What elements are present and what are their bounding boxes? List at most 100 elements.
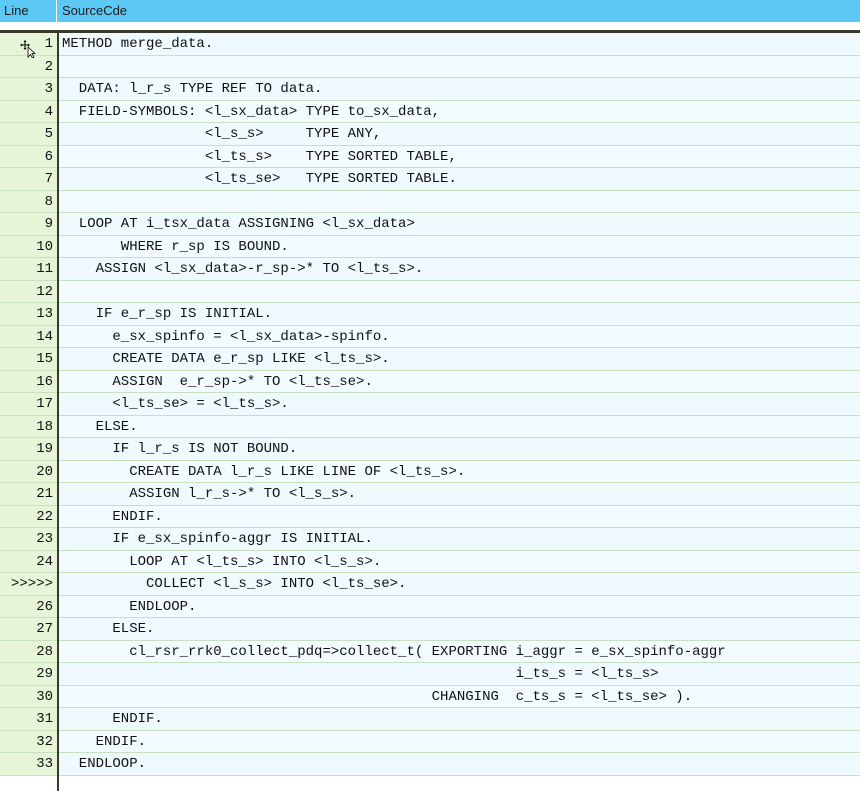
source-column-header[interactable]: SourceCde — [62, 0, 127, 22]
source-code-text[interactable]: ASSIGN <l_sx_data>-r_sp->* TO <l_ts_s>. — [62, 258, 424, 280]
source-code-text[interactable]: <l_ts_se> TYPE SORTED TABLE. — [62, 168, 457, 190]
line-number[interactable]: 3 — [0, 78, 57, 100]
source-code-text[interactable]: CREATE DATA l_r_s LIKE LINE OF <l_ts_s>. — [62, 461, 465, 483]
line-number[interactable]: 9 — [0, 213, 57, 235]
source-code-text[interactable]: IF e_r_sp IS INITIAL. — [62, 303, 272, 325]
line-number[interactable]: 19 — [0, 438, 57, 460]
line-number[interactable]: 12 — [0, 280, 57, 302]
code-line[interactable]: 26 ENDLOOP. — [0, 595, 860, 618]
source-code-text[interactable]: COLLECT <l_s_s> INTO <l_ts_se>. — [62, 573, 406, 595]
code-line[interactable]: 33 ENDLOOP. — [0, 753, 860, 776]
source-code-text[interactable]: IF e_sx_spinfo-aggr IS INITIAL. — [62, 528, 372, 550]
source-code-table: 1 METHOD merge_data. 2 3 DATA: l_r_s TYPE R… — [0, 33, 860, 776]
line-number[interactable]: 20 — [0, 460, 57, 482]
code-line[interactable]: 32 ENDIF. — [0, 730, 860, 753]
line-number[interactable]: 32 — [0, 730, 57, 752]
code-line[interactable]: 5 <l_s_s> TYPE ANY, — [0, 123, 860, 146]
line-number[interactable]: 18 — [0, 415, 57, 437]
source-code-text[interactable]: cl_rsr_rrk0_collect_pdq=>collect_t( EXPO… — [62, 641, 726, 663]
code-line[interactable]: 15 CREATE DATA e_r_sp LIKE <l_ts_s>. — [0, 348, 860, 371]
code-line[interactable]: 14 e_sx_spinfo = <l_sx_data>-spinfo. — [0, 325, 860, 348]
line-number[interactable]: 23 — [0, 528, 57, 550]
code-line[interactable]: 10 WHERE r_sp IS BOUND. — [0, 235, 860, 258]
code-line[interactable]: 4 FIELD-SYMBOLS: <l_sx_data> TYPE to_sx_… — [0, 100, 860, 123]
code-line[interactable]: >>>>> COLLECT <l_s_s> INTO <l_ts_se>. — [0, 573, 860, 596]
code-line[interactable]: 20 CREATE DATA l_r_s LIKE LINE OF <l_ts_… — [0, 460, 860, 483]
line-number[interactable]: 33 — [0, 753, 57, 775]
line-number[interactable]: 26 — [0, 595, 57, 617]
line-number[interactable]: 2 — [0, 55, 57, 77]
code-line[interactable]: 16 ASSIGN e_r_sp->* TO <l_ts_se>. — [0, 370, 860, 393]
code-line[interactable]: 8 — [0, 190, 860, 213]
source-code-text[interactable]: <l_ts_s> TYPE SORTED TABLE, — [62, 146, 457, 168]
source-code-text[interactable]: ENDIF. — [62, 731, 146, 753]
source-code-text[interactable]: LOOP AT i_tsx_data ASSIGNING <l_sx_data> — [62, 213, 415, 235]
source-code-text[interactable]: ASSIGN l_r_s->* TO <l_s_s>. — [62, 483, 356, 505]
code-line[interactable]: 3 DATA: l_r_s TYPE REF TO data. — [0, 78, 860, 101]
line-number[interactable]: 16 — [0, 370, 57, 392]
line-number[interactable]: 8 — [0, 190, 57, 212]
code-line[interactable]: 28 cl_rsr_rrk0_collect_pdq=>collect_t( E… — [0, 640, 860, 663]
source-code-text[interactable]: e_sx_spinfo = <l_sx_data>-spinfo. — [62, 326, 389, 348]
line-number[interactable]: 28 — [0, 640, 57, 662]
code-line[interactable]: 1 METHOD merge_data. — [0, 33, 860, 56]
code-line[interactable]: 19 IF l_r_s IS NOT BOUND. — [0, 438, 860, 461]
code-line[interactable]: 6 <l_ts_s> TYPE SORTED TABLE, — [0, 145, 860, 168]
line-number[interactable]: 15 — [0, 348, 57, 370]
source-code-text[interactable]: ELSE. — [62, 618, 154, 640]
source-code-text[interactable]: FIELD-SYMBOLS: <l_sx_data> TYPE to_sx_da… — [62, 101, 440, 123]
code-line[interactable]: 2 — [0, 55, 860, 78]
code-line[interactable]: 11 ASSIGN <l_sx_data>-r_sp->* TO <l_ts_s… — [0, 258, 860, 281]
line-column-header[interactable]: Line — [4, 0, 29, 22]
code-line[interactable]: 9 LOOP AT i_tsx_data ASSIGNING <l_sx_dat… — [0, 213, 860, 236]
source-code-text[interactable]: ELSE. — [62, 416, 138, 438]
code-line[interactable]: 22 ENDIF. — [0, 505, 860, 528]
source-code-text[interactable]: <l_ts_se> = <l_ts_s>. — [62, 393, 288, 415]
source-code-text[interactable]: METHOD merge_data. — [62, 33, 213, 55]
code-line[interactable]: 12 — [0, 280, 860, 303]
column-header: Line SourceCde — [0, 0, 860, 23]
line-number[interactable]: 22 — [0, 505, 57, 527]
line-number[interactable]: 14 — [0, 325, 57, 347]
code-line[interactable]: 31 ENDIF. — [0, 708, 860, 731]
line-number[interactable]: 10 — [0, 235, 57, 257]
source-code-text[interactable]: i_ts_s = <l_ts_s> — [62, 663, 659, 685]
source-code-text[interactable]: CHANGING c_ts_s = <l_ts_se> ). — [62, 686, 692, 708]
line-number[interactable]: 4 — [0, 100, 57, 122]
source-code-text[interactable]: ASSIGN e_r_sp->* TO <l_ts_se>. — [62, 371, 372, 393]
line-number[interactable]: 13 — [0, 303, 57, 325]
line-number[interactable]: 30 — [0, 685, 57, 707]
source-code-text[interactable]: LOOP AT <l_ts_s> INTO <l_s_s>. — [62, 551, 381, 573]
source-code-text[interactable]: ENDIF. — [62, 708, 162, 730]
source-code-text[interactable]: CREATE DATA e_r_sp LIKE <l_ts_s>. — [62, 348, 389, 370]
source-code-text[interactable]: <l_s_s> TYPE ANY, — [62, 123, 381, 145]
source-code-text[interactable]: WHERE r_sp IS BOUND. — [62, 236, 289, 258]
code-line[interactable]: 24 LOOP AT <l_ts_s> INTO <l_s_s>. — [0, 550, 860, 573]
line-number[interactable]: 6 — [0, 145, 57, 167]
code-line[interactable]: 30 CHANGING c_ts_s = <l_ts_se> ). — [0, 685, 860, 708]
code-line[interactable]: 29 i_ts_s = <l_ts_s> — [0, 663, 860, 686]
line-number[interactable]: 7 — [0, 168, 57, 190]
line-number[interactable]: 24 — [0, 550, 57, 572]
column-separator[interactable] — [56, 0, 57, 22]
code-line[interactable]: 23 IF e_sx_spinfo-aggr IS INITIAL. — [0, 528, 860, 551]
line-number[interactable]: 29 — [0, 663, 57, 685]
source-code-text[interactable]: IF l_r_s IS NOT BOUND. — [62, 438, 297, 460]
source-code-text[interactable]: ENDLOOP. — [62, 753, 146, 775]
code-line[interactable]: 17 <l_ts_se> = <l_ts_s>. — [0, 393, 860, 416]
line-number[interactable]: 21 — [0, 483, 57, 505]
line-number[interactable]: 17 — [0, 393, 57, 415]
source-code-text[interactable]: ENDIF. — [62, 506, 162, 528]
line-number[interactable]: >>>>> — [0, 573, 57, 595]
code-line[interactable]: 18 ELSE. — [0, 415, 860, 438]
line-number[interactable]: 27 — [0, 618, 57, 640]
source-code-text[interactable]: ENDLOOP. — [62, 596, 196, 618]
code-line[interactable]: 27 ELSE. — [0, 618, 860, 641]
line-number[interactable]: 11 — [0, 258, 57, 280]
line-number[interactable]: 5 — [0, 123, 57, 145]
code-line[interactable]: 7 <l_ts_se> TYPE SORTED TABLE. — [0, 168, 860, 191]
line-number[interactable]: 31 — [0, 708, 57, 730]
code-line[interactable]: 13 IF e_r_sp IS INITIAL. — [0, 303, 860, 326]
source-code-text[interactable]: DATA: l_r_s TYPE REF TO data. — [62, 78, 323, 100]
code-line[interactable]: 21 ASSIGN l_r_s->* TO <l_s_s>. — [0, 483, 860, 506]
